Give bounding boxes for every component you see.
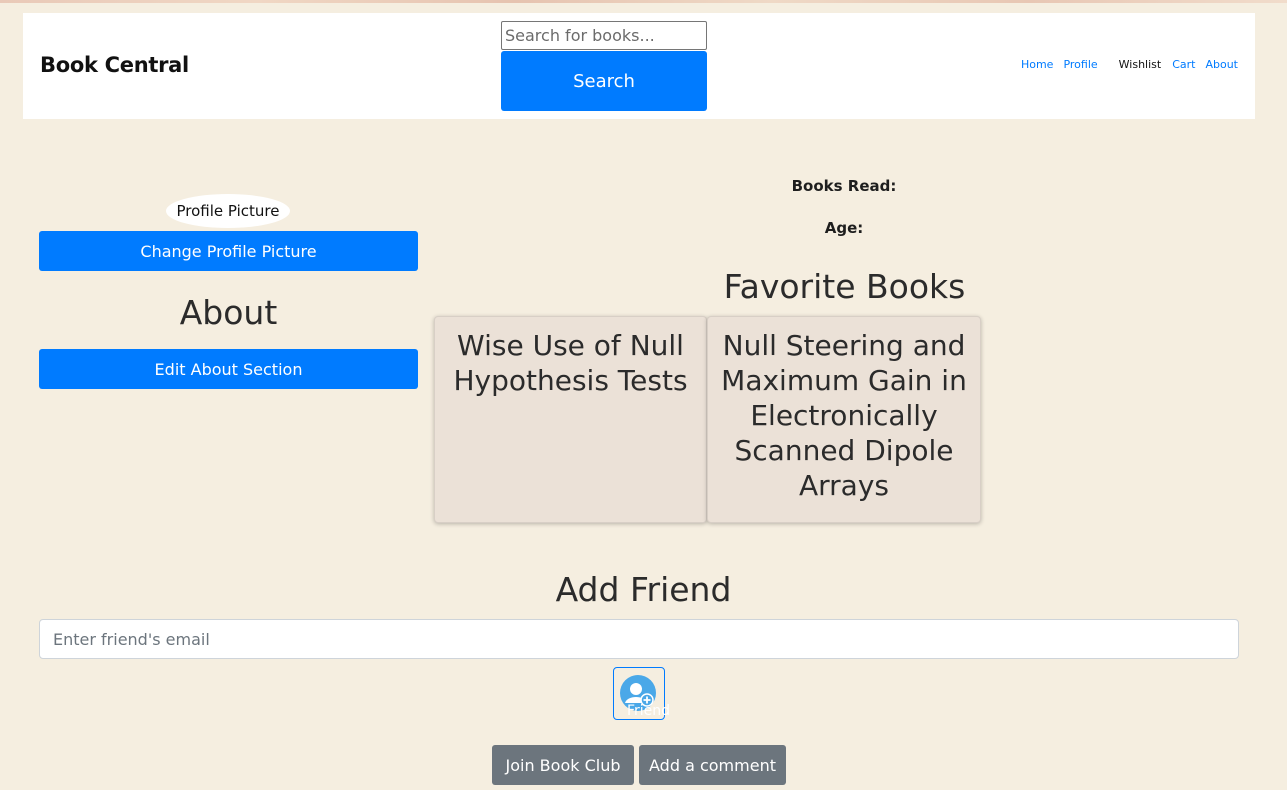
search-button[interactable]: Search (501, 51, 707, 111)
search-input[interactable] (501, 21, 707, 50)
join-book-club-button[interactable]: Join Book Club (492, 745, 634, 785)
nav-link-cart[interactable]: Cart (1172, 58, 1195, 71)
navbar: Book Central Search Home Profile Wishlis… (23, 13, 1255, 119)
nav-links: Home Profile Wishlist Cart About (1021, 58, 1238, 71)
about-heading: About (179, 293, 278, 332)
nav-link-wishlist[interactable]: Wishlist (1119, 58, 1162, 71)
profile-picture: Profile Picture (166, 194, 290, 228)
favorite-book-card[interactable]: Null Steering and Maximum Gain in Electr… (707, 316, 981, 523)
favorite-books-heading: Favorite Books (723, 267, 966, 306)
nav-link-profile[interactable]: Profile (1063, 58, 1097, 71)
books-read-label: Books Read: (791, 177, 897, 195)
top-decorative-strip (0, 0, 1287, 3)
edit-about-button[interactable]: Edit About Section (39, 349, 418, 389)
add-comment-button[interactable]: Add a comment (639, 745, 786, 785)
friend-email-input[interactable] (39, 619, 1239, 659)
nav-link-about[interactable]: About (1205, 58, 1238, 71)
change-profile-picture-button[interactable]: Change Profile Picture (39, 231, 418, 271)
age-label: Age: (824, 219, 864, 237)
brand-logo-text[interactable]: Book Central (40, 53, 189, 77)
nav-link-home[interactable]: Home (1021, 58, 1053, 71)
add-friend-heading: Add Friend (555, 570, 732, 609)
add-friend-label: Friend (627, 703, 671, 719)
favorite-book-card[interactable]: Wise Use of Null Hypothesis Tests (434, 316, 707, 523)
